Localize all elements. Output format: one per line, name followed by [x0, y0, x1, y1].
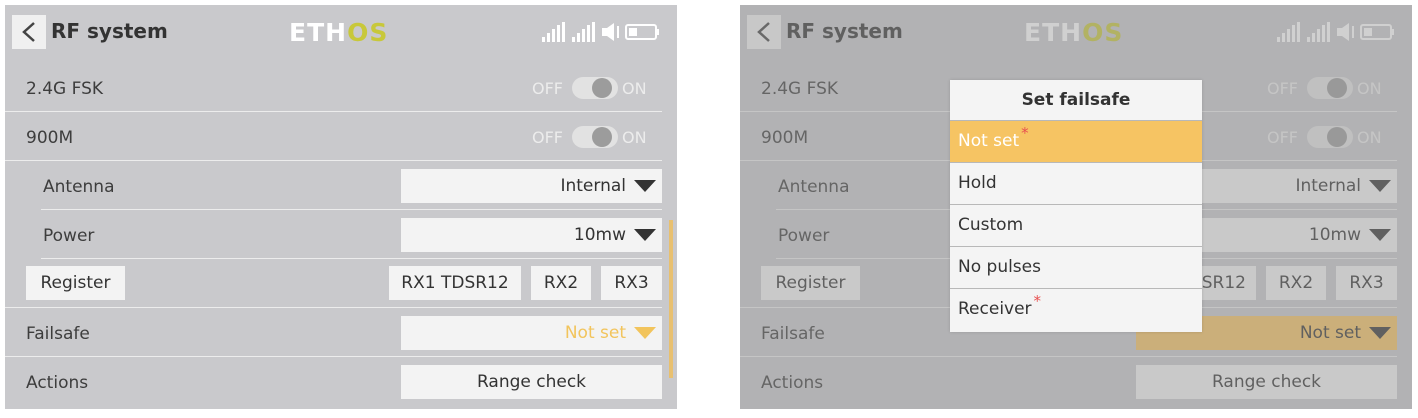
antenna-label: Antenna — [43, 177, 115, 197]
register-button[interactable]: Register — [26, 266, 125, 300]
rx2-button[interactable]: RX2 — [531, 266, 591, 300]
rf-system-screen-with-popup: RF system ETHOS 2.4G FSK OFF ON 900M OFF… — [740, 5, 1412, 409]
popup-option-no-pulses[interactable]: No pulses — [950, 246, 1202, 288]
back-arrow-icon — [22, 22, 35, 42]
rf-system-screen: RF system ETHOS 2.4G FSK OFF ON 900M OFF… — [5, 5, 677, 409]
range-check-button[interactable]: Range check — [401, 365, 662, 399]
module-row-900m: 900M OFF ON — [5, 112, 662, 161]
caret-down-icon — [634, 180, 656, 192]
antenna-row: Antenna Internal — [41, 161, 662, 210]
caret-down-icon — [634, 229, 656, 241]
failsafe-label: Failsafe — [26, 324, 90, 344]
popup-option-receiver[interactable]: Receiver * — [950, 288, 1202, 333]
popup-option-not-set[interactable]: Not set * — [950, 120, 1202, 162]
title-bar: RF system ETHOS — [5, 5, 677, 58]
toggle-knob — [592, 127, 612, 147]
option-label: Not set * — [958, 124, 1029, 151]
scrollbar[interactable] — [669, 220, 673, 378]
caret-down-icon — [634, 327, 656, 339]
power-row: Power 10mw — [41, 210, 662, 259]
required-marker: * — [1021, 124, 1029, 142]
toggle-on-label: ON — [622, 79, 647, 98]
actions-label: Actions — [26, 373, 89, 393]
antenna-value: Internal — [560, 176, 626, 196]
signal-24g-icon — [542, 22, 565, 42]
page-title: RF system — [51, 19, 168, 43]
power-label: Power — [43, 226, 95, 246]
module-row-24g: 2.4G FSK OFF ON — [5, 63, 662, 112]
option-label: Custom — [958, 215, 1024, 235]
module-label: 900M — [26, 128, 74, 148]
option-label: No pulses — [958, 257, 1041, 277]
failsafe-row: Failsafe Not set — [5, 308, 662, 357]
popup-option-hold[interactable]: Hold — [950, 162, 1202, 204]
popup-title: Set failsafe — [1021, 90, 1131, 110]
battery-icon — [625, 24, 659, 40]
toggle-on-label: ON — [622, 128, 647, 147]
required-marker: * — [1033, 292, 1042, 310]
antenna-dropdown[interactable]: Internal — [401, 169, 662, 203]
toggle-off-label: OFF — [532, 79, 563, 98]
module-toggle[interactable]: OFF ON — [532, 126, 652, 148]
register-row: Register RX1 TDSR12 RX2 RX3 — [5, 259, 662, 308]
option-label: Receiver * — [958, 292, 1042, 319]
option-label: Hold — [958, 173, 997, 193]
signal-900m-icon — [572, 22, 595, 42]
popup-option-custom[interactable]: Custom — [950, 204, 1202, 246]
rx3-button[interactable]: RX3 — [601, 266, 662, 300]
power-value: 10mw — [573, 225, 626, 245]
actions-row: Actions Range check — [5, 357, 662, 405]
failsafe-dropdown[interactable]: Not set — [401, 316, 662, 350]
toggle-knob — [592, 78, 612, 98]
ethos-logo: ETHOS — [289, 18, 389, 47]
power-dropdown[interactable]: 10mw — [401, 218, 662, 252]
status-icons — [542, 22, 659, 42]
rx1-button[interactable]: RX1 TDSR12 — [389, 266, 521, 300]
volume-icon — [602, 23, 619, 41]
set-failsafe-popup: Set failsafe Not set * Hold Custom No pul… — [950, 80, 1202, 332]
toggle-off-label: OFF — [532, 128, 563, 147]
back-button[interactable] — [12, 15, 46, 49]
toggle-track — [572, 77, 618, 99]
failsafe-value: Not set — [564, 323, 626, 343]
module-toggle[interactable]: OFF ON — [532, 77, 652, 99]
module-label: 2.4G FSK — [26, 79, 104, 99]
toggle-track — [572, 126, 618, 148]
